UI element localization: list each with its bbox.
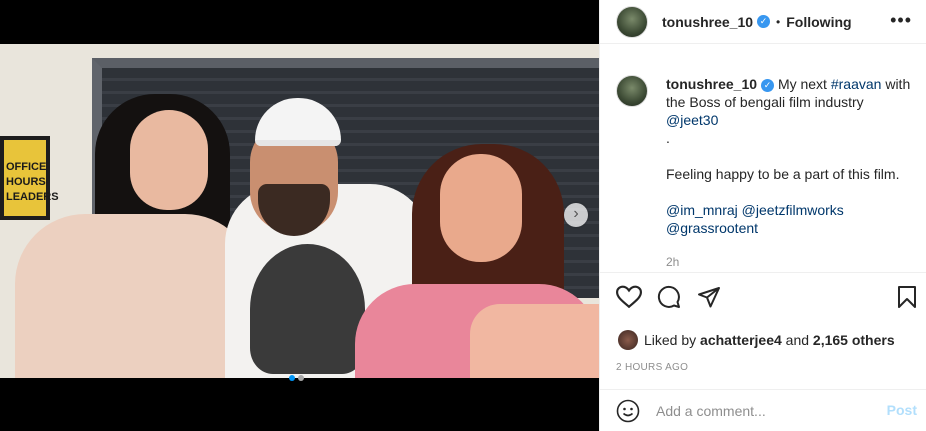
mention-link[interactable]: @jeet30 [666,112,718,128]
post-timestamp[interactable]: 2 HOURS AGO [616,362,688,373]
person-2-shirt-graphic [250,244,365,374]
following-button[interactable]: Following [786,14,851,30]
separator-bullet: • [776,14,781,29]
media-viewer: OFFICE HOURS LEADERS › [0,0,599,431]
likes-and: and [785,332,810,348]
mention-link[interactable]: @grassrootent [666,220,758,236]
person-3-dupatta [470,304,599,378]
person-1-face [130,110,208,210]
post-button[interactable]: Post [887,402,917,418]
person-3-face [440,154,522,262]
caption-time[interactable]: 2h [666,255,916,269]
caption-text: tonushree_10 ✓ My next #raavan with the B… [666,75,916,237]
comment-input[interactable] [656,402,866,419]
wall-frame: OFFICE HOURS LEADERS [0,136,59,220]
liker-username[interactable]: achatterjee4 [700,332,782,348]
header-username[interactable]: tonushree_10 [662,14,753,30]
chevron-right-icon[interactable]: › [564,203,588,227]
hashtag-link[interactable]: #raavan [831,76,882,92]
post-header: tonushree_10 ✓ • Following ••• [600,0,926,44]
heart-icon[interactable] [616,285,642,309]
emoji-icon[interactable] [616,399,640,423]
comment-icon[interactable] [657,285,681,309]
action-bar [600,272,926,322]
comment-bar: Post [600,389,926,431]
caption-username[interactable]: tonushree_10 [666,76,757,92]
caption-avatar[interactable] [616,75,648,107]
likes-count[interactable]: 2,165 others [813,332,895,348]
carousel-dots [289,368,307,386]
likes-prefix: Liked by [644,332,697,348]
verified-icon: ✓ [757,15,771,28]
post-photo[interactable]: OFFICE HOURS LEADERS [0,44,599,378]
avatar[interactable] [616,5,648,38]
person-1-body [15,214,255,378]
mention-link[interactable]: @im_mnraj [666,202,738,218]
verified-icon: ✓ [761,78,775,92]
more-icon[interactable]: ••• [890,10,912,31]
post-panel: tonushree_10 ✓ • Following ••• tonushree… [599,0,926,431]
caption-line-2: Feeling happy to be a part of this film. [666,166,900,182]
share-icon[interactable] [697,285,721,309]
caption: tonushree_10 ✓ My next #raavan with the B… [616,75,916,269]
caption-text-1: My next [777,76,831,92]
caption-text-3: . [666,130,670,146]
wall-frame-text: OFFICE HOURS LEADERS [4,140,59,216]
mention-link[interactable]: @jeetzfilmworks [742,202,844,218]
likes-row: Liked by achatterjee4 and 2,165 others [618,330,895,350]
avatar[interactable] [618,330,638,350]
carousel-dot [298,375,304,381]
carousel-dot [289,375,295,381]
bookmark-icon[interactable] [897,285,917,309]
